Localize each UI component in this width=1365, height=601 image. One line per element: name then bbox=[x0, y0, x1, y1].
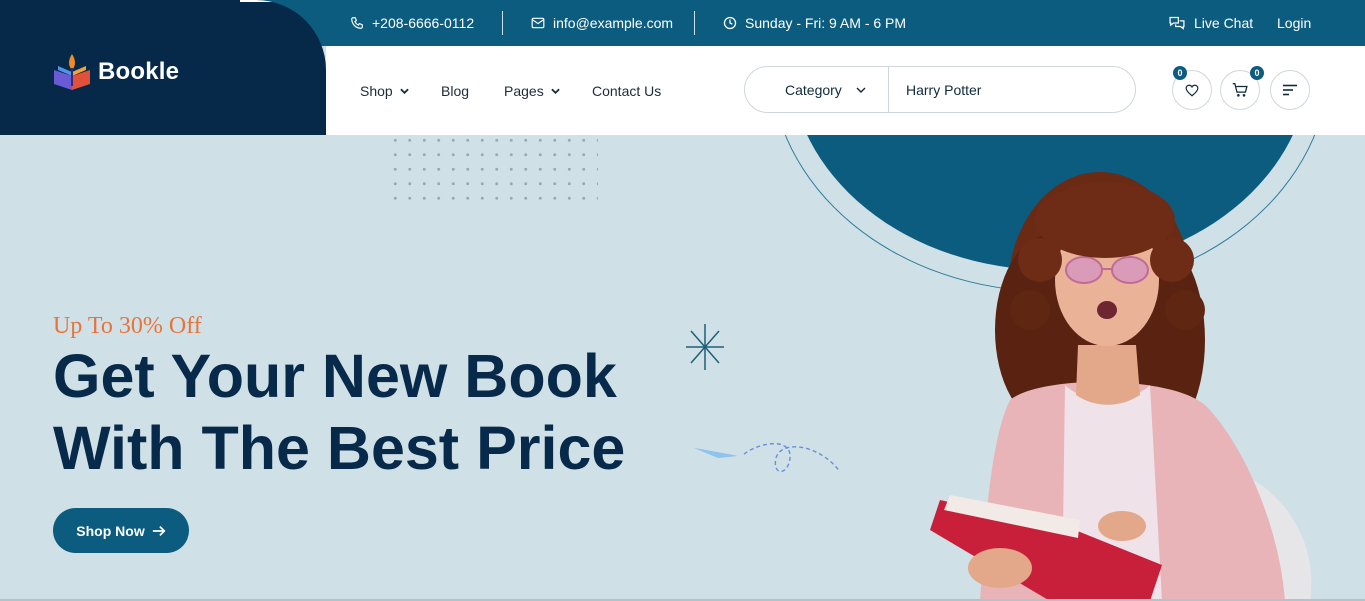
category-select[interactable]: Category bbox=[745, 67, 889, 112]
category-label: Category bbox=[785, 81, 842, 98]
hero-headline-line2: With The Best Price bbox=[53, 414, 626, 482]
chevron-down-icon bbox=[399, 88, 409, 94]
login-label: Login bbox=[1277, 15, 1312, 31]
hero-woman-image bbox=[930, 172, 1312, 601]
paper-plane-icon bbox=[694, 443, 841, 473]
cart-icon bbox=[1232, 82, 1248, 97]
dot-pattern bbox=[388, 133, 598, 209]
search-bar: Category bbox=[744, 66, 1136, 113]
wishlist-count-badge: 0 bbox=[1173, 66, 1187, 80]
divider bbox=[502, 11, 503, 35]
shop-now-label: Shop Now bbox=[76, 522, 145, 539]
nav-contact-label: Contact Us bbox=[592, 82, 662, 99]
brand-logo[interactable]: Bookle bbox=[52, 52, 179, 92]
phone-contact[interactable]: +208-6666-0112 bbox=[350, 0, 474, 46]
clock-icon bbox=[723, 16, 737, 30]
hero-eyebrow: Up To 30% Off bbox=[53, 313, 202, 339]
nav-shop-label: Shop bbox=[360, 82, 393, 99]
chevron-down-icon bbox=[856, 87, 866, 93]
phone-number: +208-6666-0112 bbox=[372, 15, 475, 31]
hours-text: Sunday - Fri: 9 AM - 6 PM bbox=[745, 15, 907, 31]
email-address: info@example.com bbox=[553, 15, 674, 31]
search-input[interactable] bbox=[890, 67, 1130, 112]
shop-now-button[interactable]: Shop Now bbox=[53, 508, 189, 553]
login-link[interactable]: Login bbox=[1277, 0, 1311, 46]
mail-icon bbox=[531, 17, 545, 29]
phone-icon bbox=[351, 17, 363, 29]
hero-headline-line1: Get Your New Book bbox=[53, 342, 617, 410]
nav-blog[interactable]: Blog bbox=[441, 46, 469, 135]
nav-shop[interactable]: Shop bbox=[360, 46, 409, 135]
chevron-down-icon bbox=[550, 88, 560, 94]
nav-pages[interactable]: Pages bbox=[504, 46, 560, 135]
logo-icon bbox=[54, 54, 90, 90]
nav-contact-us[interactable]: Contact Us bbox=[592, 46, 661, 135]
menu-button[interactable] bbox=[1270, 70, 1310, 110]
logo-block: Bookle bbox=[0, 0, 326, 135]
live-chat-label: Live Chat bbox=[1194, 15, 1254, 31]
nav-pages-label: Pages bbox=[504, 82, 544, 99]
email-contact[interactable]: info@example.com bbox=[531, 0, 673, 46]
live-chat-link[interactable]: Live Chat bbox=[1168, 0, 1253, 46]
arrow-right-icon bbox=[152, 525, 166, 536]
heart-icon bbox=[1185, 84, 1199, 97]
chat-icon bbox=[1169, 16, 1185, 30]
hero-headline: Get Your New Book With The Best Price bbox=[53, 340, 693, 484]
divider bbox=[694, 11, 695, 35]
nav-blog-label: Blog bbox=[441, 82, 470, 99]
cart-count-badge: 0 bbox=[1250, 66, 1264, 80]
business-hours: Sunday - Fri: 9 AM - 6 PM bbox=[723, 0, 906, 46]
brand-name: Bookle bbox=[98, 58, 180, 85]
menu-icon bbox=[1283, 84, 1297, 96]
